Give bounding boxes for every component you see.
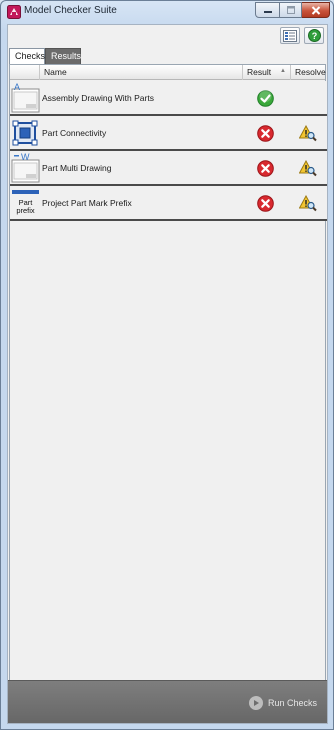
fail-x-icon bbox=[257, 195, 274, 212]
fail-x-icon bbox=[257, 160, 274, 177]
column-header-name[interactable]: Name bbox=[40, 65, 243, 80]
table-row[interactable]: Part prefix Project Part Mark Prefix bbox=[10, 186, 327, 221]
app-icon bbox=[7, 5, 21, 19]
tab-strip: Checks Results bbox=[8, 47, 327, 64]
help-button[interactable]: ? bbox=[304, 27, 324, 44]
tab-checks[interactable]: Checks bbox=[9, 48, 45, 64]
maximize-icon bbox=[286, 6, 295, 14]
column-header-icon[interactable] bbox=[10, 65, 40, 80]
check-name: Part Multi Drawing bbox=[42, 163, 112, 173]
run-checks-button[interactable]: Run Checks bbox=[245, 694, 321, 712]
column-header-resolve[interactable]: Resolve bbox=[291, 65, 327, 80]
minimize-icon bbox=[263, 11, 272, 13]
footer-bar: Run Checks bbox=[8, 680, 327, 723]
column-header-result[interactable]: Result ▲ bbox=[243, 65, 291, 80]
checks-grid: Name Result ▲ Resolve A Assembly Drawing… bbox=[9, 64, 327, 681]
warning-inspect-icon[interactable] bbox=[299, 125, 317, 142]
run-checks-label: Run Checks bbox=[267, 698, 317, 708]
report-list-icon bbox=[283, 29, 297, 42]
maximize-button[interactable] bbox=[280, 2, 302, 18]
assembly-drawing-icon: A bbox=[11, 82, 40, 113]
play-icon bbox=[248, 696, 263, 710]
check-name: Part Connectivity bbox=[42, 128, 107, 138]
tab-results[interactable]: Results bbox=[45, 48, 81, 64]
help-icon: ? bbox=[307, 29, 321, 42]
window-title: Model Checker Suite bbox=[24, 5, 117, 16]
toolbar: ? bbox=[8, 25, 327, 47]
svg-text:?: ? bbox=[311, 31, 317, 41]
title-bar[interactable]: Model Checker Suite bbox=[1, 1, 333, 23]
report-list-button[interactable] bbox=[280, 27, 300, 44]
grid-header: Name Result ▲ Resolve bbox=[10, 65, 327, 80]
thumb-letter: W bbox=[21, 152, 30, 162]
check-name: Assembly Drawing With Parts bbox=[42, 93, 154, 103]
close-button[interactable] bbox=[302, 2, 330, 18]
client-area: ? Checks Results Name Result ▲ Resolve A… bbox=[7, 24, 328, 724]
app-window: Model Checker Suite ? Checks Results Nam… bbox=[0, 0, 334, 730]
fail-x-icon bbox=[257, 125, 274, 142]
part-connectivity-icon bbox=[12, 120, 38, 146]
thumb-line-2: prefix bbox=[16, 206, 35, 215]
part-prefix-icon: Part prefix bbox=[12, 190, 39, 215]
table-row[interactable]: W Part Multi Drawing bbox=[10, 151, 327, 186]
table-row[interactable]: Part Connectivity bbox=[10, 116, 327, 151]
sort-ascending-icon: ▲ bbox=[280, 68, 286, 74]
minimize-button[interactable] bbox=[255, 2, 280, 18]
thumb-letter: A bbox=[14, 82, 20, 92]
table-row[interactable]: A Assembly Drawing With Parts bbox=[10, 81, 327, 116]
close-icon bbox=[311, 5, 320, 15]
part-multi-drawing-icon: W bbox=[11, 152, 40, 183]
check-name: Project Part Mark Prefix bbox=[42, 198, 132, 208]
warning-inspect-icon[interactable] bbox=[299, 160, 317, 177]
column-header-result-label: Result bbox=[247, 67, 272, 77]
warning-inspect-icon[interactable] bbox=[299, 195, 317, 212]
pass-check-icon bbox=[257, 90, 274, 107]
